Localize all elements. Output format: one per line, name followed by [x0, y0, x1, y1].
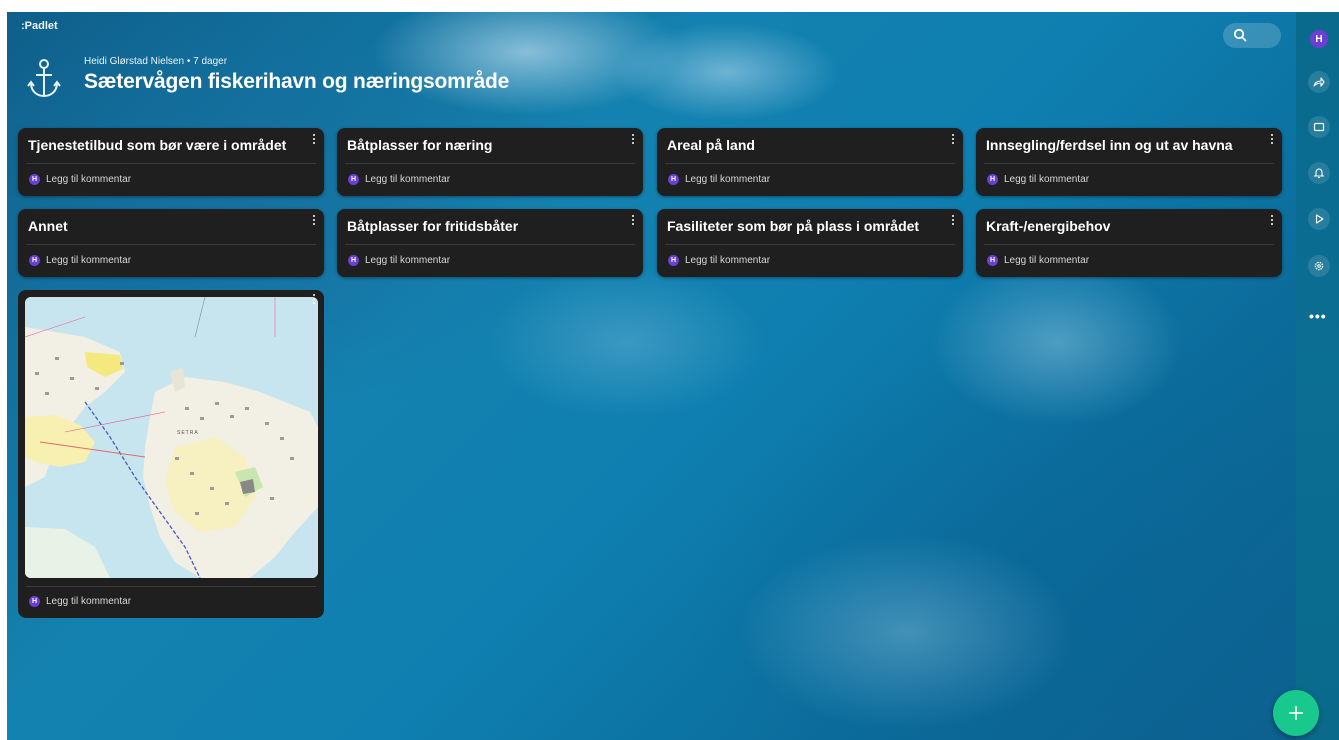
board-title: Sætervågen fiskerihavn og næringsområde [84, 70, 510, 93]
board-background: :Padlet Heidi Glørstad Nielsen • 7 dager… [7, 12, 1296, 740]
right-toolbar: H ••• [1296, 12, 1339, 740]
settings-button[interactable] [1308, 255, 1330, 277]
column-title: Båtplasser for næring [347, 137, 493, 153]
column-title: Fasiliteter som bør på plass i området [667, 218, 920, 234]
map-illustration: SETRA [25, 297, 318, 578]
add-comment-button[interactable]: H Legg til kommentar [987, 174, 1089, 185]
play-icon [1315, 214, 1324, 224]
add-comment-button[interactable]: H Legg til kommentar [348, 255, 450, 266]
share-icon [1313, 77, 1325, 87]
slideshow-icon [1313, 122, 1325, 132]
column-card[interactable]: Båtplasser for fritidsbåter H Legg til k… [337, 209, 643, 277]
kebab-menu-icon[interactable] [631, 134, 635, 148]
add-comment-label: Legg til kommentar [1004, 174, 1090, 185]
avatar: H [987, 174, 998, 185]
search-button[interactable] [1223, 23, 1281, 48]
column-title: Annet [28, 218, 68, 234]
add-comment-label: Legg til kommentar [685, 255, 771, 266]
avatar: H [668, 255, 679, 266]
column-title: Båtplasser for fritidsbåter [347, 218, 519, 234]
kebab-menu-icon[interactable] [951, 215, 955, 229]
divider [26, 244, 316, 245]
avatar: H [29, 174, 40, 185]
kebab-menu-icon[interactable] [312, 294, 316, 308]
add-post-button[interactable] [1273, 690, 1319, 736]
column-card[interactable]: Innsegling/ferdsel inn og ut av havna H … [976, 128, 1282, 196]
user-avatar[interactable]: H [1310, 30, 1328, 48]
post-age: 7 dager [193, 56, 228, 67]
divider [26, 163, 316, 164]
avatar: H [987, 255, 998, 266]
avatar: H [668, 174, 679, 185]
add-comment-button[interactable]: H Legg til kommentar [348, 174, 450, 185]
divider [984, 244, 1274, 245]
column-title: Kraft-/energibehov [986, 218, 1111, 234]
column-title: Areal på land [667, 137, 755, 153]
column-card[interactable]: Fasiliteter som bør på plass i området H… [657, 209, 963, 277]
kebab-menu-icon[interactable] [631, 215, 635, 229]
add-comment-button[interactable]: H Legg til kommentar [668, 174, 770, 185]
column-card[interactable]: Tjenestetilbud som bør være i området H … [18, 128, 324, 196]
author-name[interactable]: Heidi Glørstad Nielsen [84, 56, 184, 67]
add-comment-button[interactable]: H Legg til kommentar [987, 255, 1089, 266]
column-title: Innsegling/ferdsel inn og ut av havna [986, 137, 1233, 153]
map-place-label: SETRA [177, 430, 199, 436]
notifications-button[interactable] [1308, 162, 1330, 184]
kebab-menu-icon[interactable] [312, 215, 316, 229]
divider [665, 163, 955, 164]
kebab-menu-icon[interactable] [1270, 134, 1274, 148]
bell-icon [1313, 168, 1325, 179]
anchor-icon [27, 59, 61, 98]
divider [984, 163, 1274, 164]
divider [345, 244, 635, 245]
more-icon[interactable]: ••• [1309, 308, 1327, 324]
add-comment-button[interactable]: H Legg til kommentar [29, 596, 131, 607]
kebab-menu-icon[interactable] [1270, 215, 1274, 229]
post-meta: Heidi Glørstad Nielsen • 7 dager [84, 56, 227, 67]
add-comment-label: Legg til kommentar [46, 596, 132, 607]
column-card[interactable]: Båtplasser for næring H Legg til komment… [337, 128, 643, 196]
slideshow-button[interactable] [1308, 116, 1330, 138]
column-card[interactable]: Kraft-/energibehov H Legg til kommentar [976, 209, 1282, 277]
divider [345, 163, 635, 164]
settings-icon [1314, 261, 1324, 271]
kebab-menu-icon[interactable] [312, 134, 316, 148]
divider [26, 586, 316, 587]
share-button[interactable] [1308, 71, 1330, 93]
add-comment-label: Legg til kommentar [1004, 255, 1090, 266]
play-button[interactable] [1308, 208, 1330, 230]
plus-icon [1289, 706, 1303, 720]
kebab-menu-icon[interactable] [951, 134, 955, 148]
map-image[interactable]: SETRA [25, 297, 318, 578]
column-card[interactable]: Annet H Legg til kommentar [18, 209, 324, 277]
add-comment-label: Legg til kommentar [685, 174, 771, 185]
add-comment-button[interactable]: H Legg til kommentar [29, 174, 131, 185]
add-comment-label: Legg til kommentar [365, 255, 451, 266]
search-icon [1233, 28, 1247, 42]
map-post-card[interactable]: SETRA H Legg til kommentar [18, 290, 324, 618]
avatar: H [348, 174, 359, 185]
add-comment-label: Legg til kommentar [365, 174, 451, 185]
column-card[interactable]: Areal på land H Legg til kommentar [657, 128, 963, 196]
add-comment-button[interactable]: H Legg til kommentar [29, 255, 131, 266]
divider [665, 244, 955, 245]
avatar: H [348, 255, 359, 266]
add-comment-label: Legg til kommentar [46, 174, 132, 185]
padlet-logo[interactable]: :Padlet [21, 20, 58, 32]
avatar: H [29, 596, 40, 607]
add-comment-label: Legg til kommentar [46, 255, 132, 266]
add-comment-button[interactable]: H Legg til kommentar [668, 255, 770, 266]
avatar: H [29, 255, 40, 266]
column-title: Tjenestetilbud som bør være i området [28, 137, 287, 153]
